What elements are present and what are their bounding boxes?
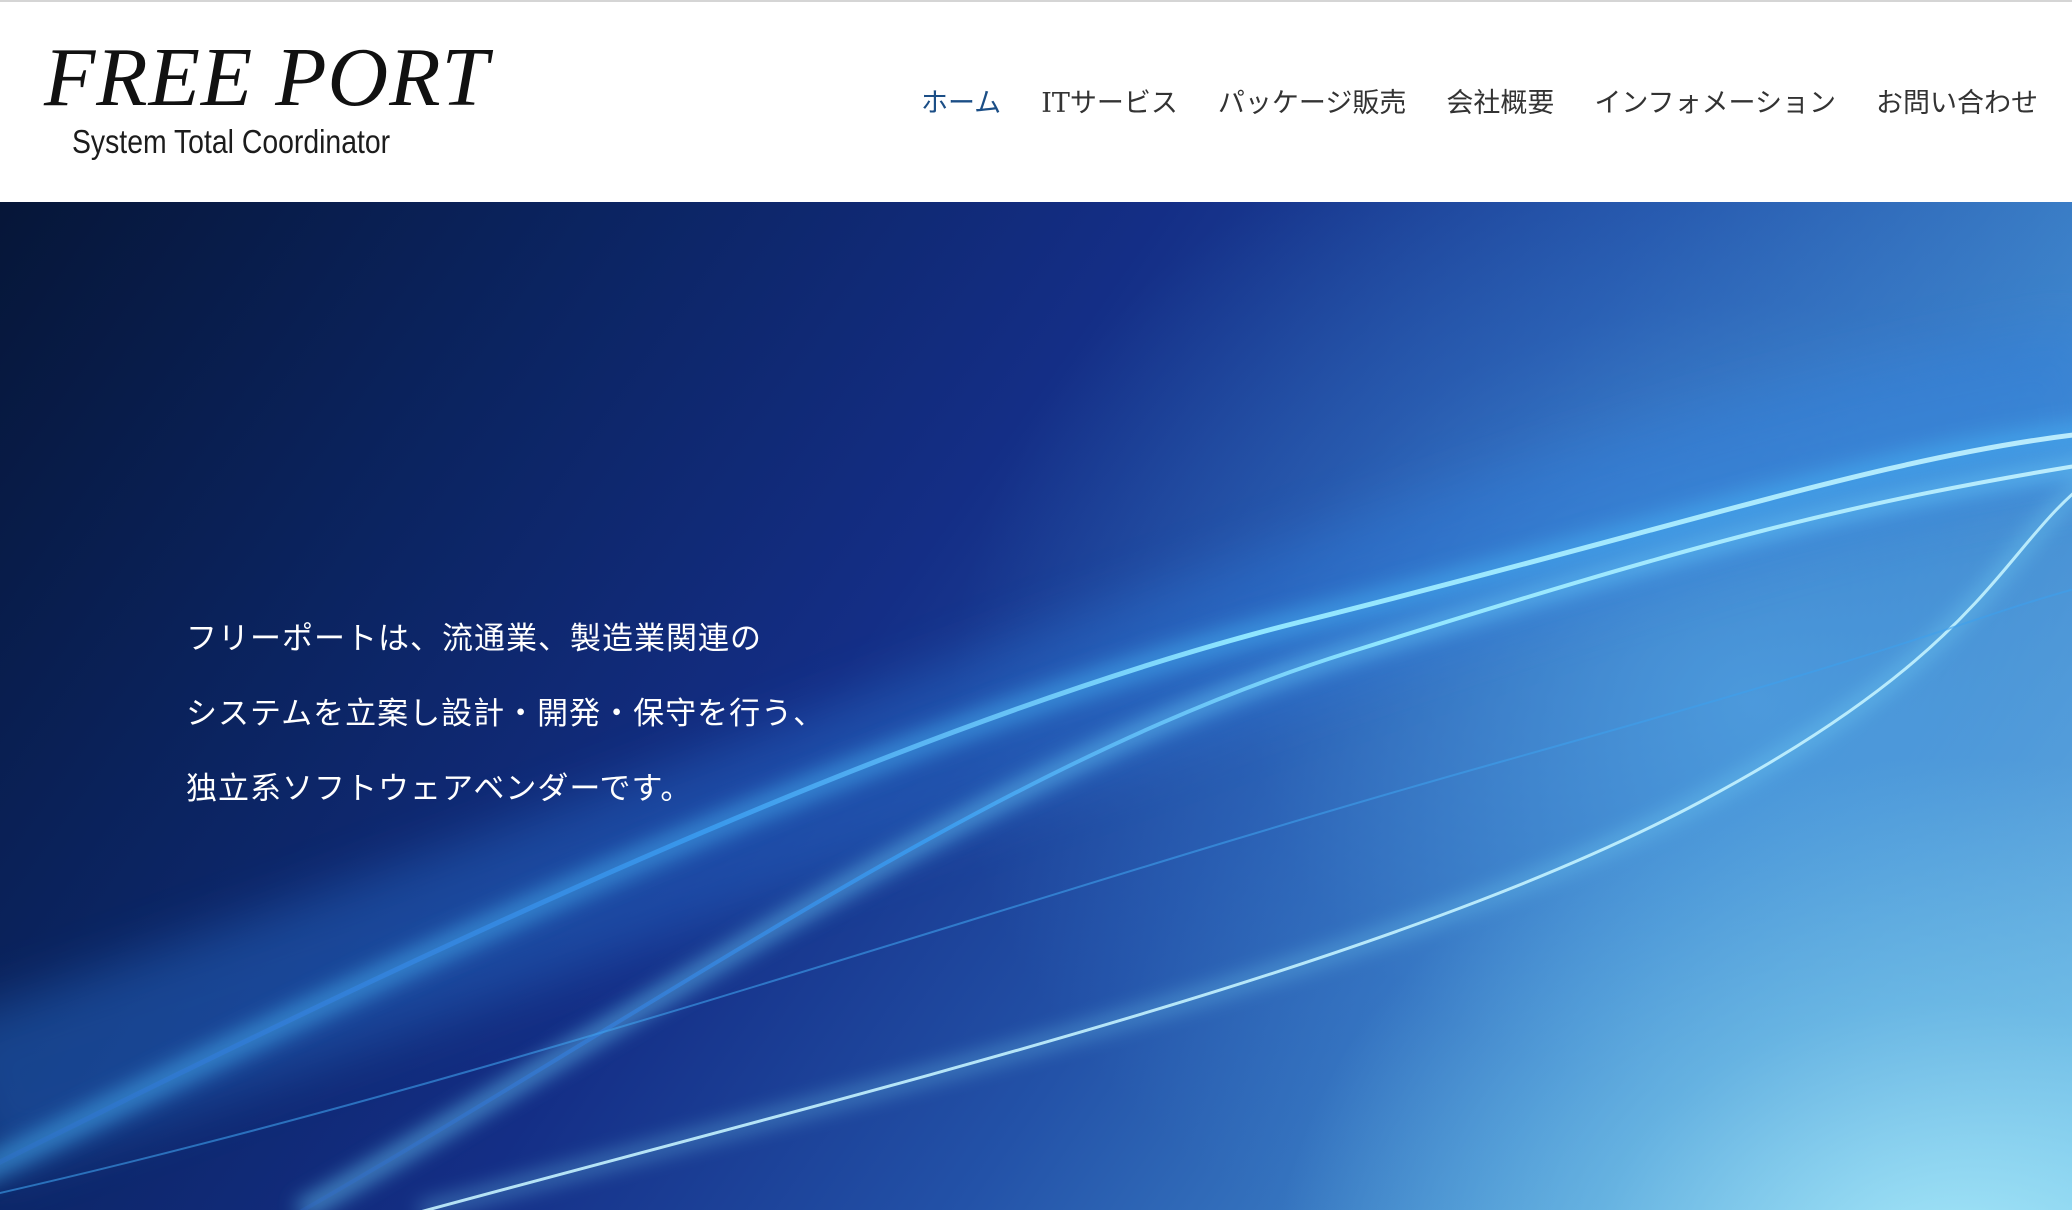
main-nav: ホーム ITサービス パッケージ販売 会社概要 インフォメーション お問い合わせ [901, 78, 2058, 130]
logo-title: FREE PORT [44, 31, 490, 124]
hero-banner: フリーポートは、流通業、製造業関連の システムを立案し設計・開発・保守を行う、 … [0, 202, 2072, 1210]
nav-item-it-services[interactable]: ITサービス [1021, 78, 1198, 130]
hero-tagline-line-1: フリーポートは、流通業、製造業関連の [186, 621, 762, 657]
hero-tagline-line-2: システムを立案し設計・開発・保守を行う、 [186, 696, 826, 732]
nav-item-home[interactable]: ホーム [901, 78, 1021, 130]
page: FREE PORT System Total Coordinator ホーム I… [0, 0, 2072, 1210]
hero-tagline-line-3: 独立系ソフトウェアベンダーです。 [186, 771, 693, 807]
logo-subtitle: System Total Coordinator [72, 123, 391, 160]
nav-item-package-sales[interactable]: パッケージ販売 [1198, 78, 1426, 130]
site-header: FREE PORT System Total Coordinator ホーム I… [0, 0, 2072, 202]
nav-item-company-profile[interactable]: 会社概要 [1426, 78, 1574, 130]
nav-item-contact[interactable]: お問い合わせ [1856, 78, 2058, 130]
hero-tagline: フリーポートは、流通業、製造業関連の システムを立案し設計・開発・保守を行う、 … [186, 602, 825, 827]
nav-item-information[interactable]: インフォメーション [1574, 78, 1856, 130]
site-logo[interactable]: FREE PORT System Total Coordinator [40, 30, 488, 170]
